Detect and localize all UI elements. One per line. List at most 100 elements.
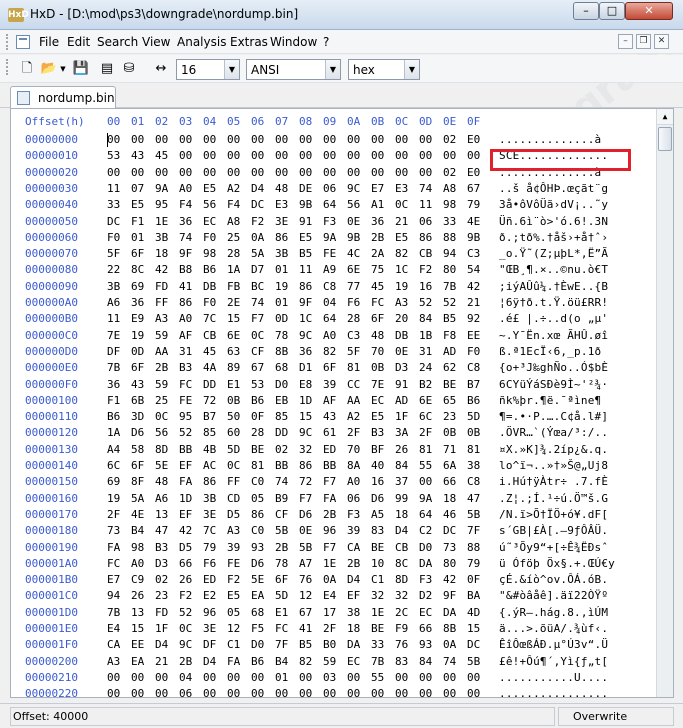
ascii-text[interactable]: ð.;tð%.†åš›+å†ˆ› xyxy=(499,231,608,244)
hex-byte-cell[interactable]: 4E xyxy=(467,215,487,228)
hex-byte-cell[interactable]: 6B xyxy=(131,394,151,407)
hex-byte-cell[interactable]: 01 xyxy=(275,671,295,684)
hex-byte-cell[interactable]: 3E xyxy=(275,215,295,228)
hex-byte-cell[interactable]: 38 xyxy=(347,606,367,619)
mdi-restore-button[interactable]: ❐ xyxy=(636,34,651,49)
hex-byte-cell[interactable]: 38 xyxy=(467,459,487,472)
menu-edit[interactable]: Edit xyxy=(67,35,90,49)
hex-byte-cell[interactable]: DD xyxy=(203,378,223,391)
table-row[interactable]: 00000150 69 8F 48 FA 86 FF C0 74 72 F7 A0 16 37 00 66 C8… xyxy=(11,475,651,491)
hex-byte-cell[interactable]: DB xyxy=(203,280,223,293)
hex-byte-cell[interactable]: 92 xyxy=(467,312,487,325)
hex-byte-cell[interactable]: 50 xyxy=(227,410,247,423)
hex-byte-cell[interactable]: 00 xyxy=(443,149,463,162)
hex-byte-cell[interactable]: 67 xyxy=(467,182,487,195)
table-row[interactable]: 00000220 00 00 00 06 00 00 00 00 00 00 00 00 00 00 00 00… xyxy=(11,687,651,703)
hex-byte-cell[interactable]: 00 xyxy=(299,149,319,162)
hex-byte-cell[interactable]: 45 xyxy=(371,280,391,293)
hex-byte-cell[interactable]: 28 xyxy=(251,426,271,439)
hex-byte-cell[interactable]: 26 xyxy=(395,443,415,456)
hex-byte-cell[interactable]: E1 xyxy=(275,606,295,619)
hex-byte-cell[interactable]: 5A xyxy=(131,492,151,505)
hex-byte-cell[interactable]: E3 xyxy=(275,198,295,211)
hex-byte-cell[interactable]: A4 xyxy=(107,443,127,456)
hex-byte-cell[interactable]: 9B xyxy=(347,231,367,244)
hex-byte-cell[interactable]: 53 xyxy=(107,149,127,162)
hex-byte-cell[interactable]: 32 xyxy=(371,589,391,602)
hex-byte-cell[interactable]: 00 xyxy=(179,133,199,146)
hex-byte-cell[interactable]: 2B xyxy=(323,508,343,521)
hex-byte-cell[interactable]: AD xyxy=(443,345,463,358)
hex-byte-cell[interactable]: 47 xyxy=(467,492,487,505)
hex-byte-cell[interactable]: 69 xyxy=(131,280,151,293)
hex-byte-cell[interactable]: D6 xyxy=(371,492,391,505)
hex-byte-cell[interactable]: D4 xyxy=(347,573,367,586)
ascii-text[interactable]: ~.Y¯Ën.xœ ÃHÛ.øî xyxy=(499,329,608,342)
hex-byte-cell[interactable]: 2B xyxy=(155,361,175,374)
hex-byte-cell[interactable]: 6F xyxy=(131,247,151,260)
hex-byte-cell[interactable]: D7 xyxy=(251,263,271,276)
close-button[interactable]: ✕ xyxy=(625,2,673,20)
hex-byte-cell[interactable]: 81 xyxy=(251,459,271,472)
hex-byte-cell[interactable]: 0B xyxy=(467,426,487,439)
hex-byte-cell[interactable]: F1 xyxy=(107,394,127,407)
hex-byte-cell[interactable]: 33 xyxy=(107,198,127,211)
hex-byte-cell[interactable]: 18 xyxy=(347,622,367,635)
hex-byte-cell[interactable]: C2 xyxy=(419,524,439,537)
table-row[interactable]: 00000090 3B 69 FD 41 DB FB BC 19 86 C8 77 45 19 16 7B 42… xyxy=(11,280,651,296)
hex-byte-cell[interactable]: 6F xyxy=(131,361,151,374)
hex-byte-cell[interactable]: 58 xyxy=(131,443,151,456)
hex-byte-cell[interactable]: E5 xyxy=(299,231,319,244)
hex-byte-cell[interactable]: 32 xyxy=(299,443,319,456)
hex-byte-cell[interactable]: F0 xyxy=(467,345,487,358)
hex-byte-cell[interactable]: 00 xyxy=(107,671,127,684)
hex-byte-cell[interactable]: 15 xyxy=(467,622,487,635)
hex-byte-cell[interactable]: 7B xyxy=(443,280,463,293)
hex-byte-cell[interactable]: 8F xyxy=(131,475,151,488)
hex-byte-cell[interactable]: 00 xyxy=(275,687,295,700)
hex-byte-cell[interactable]: 00 xyxy=(155,687,175,700)
hex-byte-cell[interactable]: 00 xyxy=(443,687,463,700)
hex-byte-cell[interactable]: CF xyxy=(251,345,271,358)
hex-byte-cell[interactable]: 36 xyxy=(371,215,391,228)
hex-byte-cell[interactable]: 98 xyxy=(131,541,151,554)
hex-byte-cell[interactable]: CB xyxy=(395,541,415,554)
hex-byte-cell[interactable]: 0E xyxy=(347,215,367,228)
hex-byte-cell[interactable]: BF xyxy=(371,443,391,456)
hex-byte-cell[interactable]: 1F xyxy=(155,622,175,635)
ascii-text[interactable]: ¦6ÿ†ð.t.Ÿ.öü£RR! xyxy=(499,296,608,309)
hex-byte-cell[interactable]: 68 xyxy=(275,361,295,374)
hex-byte-cell[interactable]: AC xyxy=(203,459,223,472)
hex-byte-cell[interactable]: C3 xyxy=(347,329,367,342)
hex-byte-cell[interactable]: EE xyxy=(467,329,487,342)
hex-byte-cell[interactable]: FD xyxy=(155,606,175,619)
hex-byte-cell[interactable]: 86 xyxy=(419,231,439,244)
hex-byte-cell[interactable]: F3 xyxy=(419,573,439,586)
hex-byte-cell[interactable]: B7 xyxy=(203,410,223,423)
hex-byte-cell[interactable]: 9A xyxy=(323,231,343,244)
hex-byte-cell[interactable]: DC xyxy=(107,215,127,228)
hex-byte-cell[interactable]: 5B xyxy=(299,541,319,554)
hex-byte-cell[interactable]: F8 xyxy=(443,329,463,342)
hex-byte-cell[interactable]: 00 xyxy=(107,166,127,179)
ascii-text[interactable]: ä...>.õüA/.¾ùf‹. xyxy=(499,622,608,635)
minimize-button[interactable]: – xyxy=(573,2,599,20)
hex-byte-cell[interactable]: 86 xyxy=(275,231,295,244)
table-row[interactable]: 000001D0 7B 13 FD 52 96 05 68 E1 67 17 38 1E 2C EC DA 4D… xyxy=(11,606,651,622)
hex-byte-cell[interactable]: 00 xyxy=(227,166,247,179)
hex-byte-cell[interactable]: C9 xyxy=(131,573,151,586)
hex-byte-cell[interactable]: E9 xyxy=(131,312,151,325)
hex-byte-cell[interactable]: 77 xyxy=(347,280,367,293)
hex-byte-cell[interactable]: 00 xyxy=(203,166,223,179)
hex-byte-cell[interactable]: 04 xyxy=(323,296,343,309)
hex-byte-cell[interactable]: EA xyxy=(251,589,271,602)
hex-byte-cell[interactable]: 98 xyxy=(203,247,223,260)
hex-byte-cell[interactable]: 19 xyxy=(107,492,127,505)
hex-byte-cell[interactable]: 00 xyxy=(419,149,439,162)
hex-byte-cell[interactable]: EC xyxy=(347,655,367,668)
hex-byte-cell[interactable]: 05 xyxy=(251,492,271,505)
hex-byte-cell[interactable]: E5 xyxy=(227,589,247,602)
bytes-per-row-select[interactable]: 16 ▼ xyxy=(176,59,240,80)
hex-byte-cell[interactable]: BB xyxy=(275,459,295,472)
hex-byte-cell[interactable]: 0A xyxy=(323,573,343,586)
